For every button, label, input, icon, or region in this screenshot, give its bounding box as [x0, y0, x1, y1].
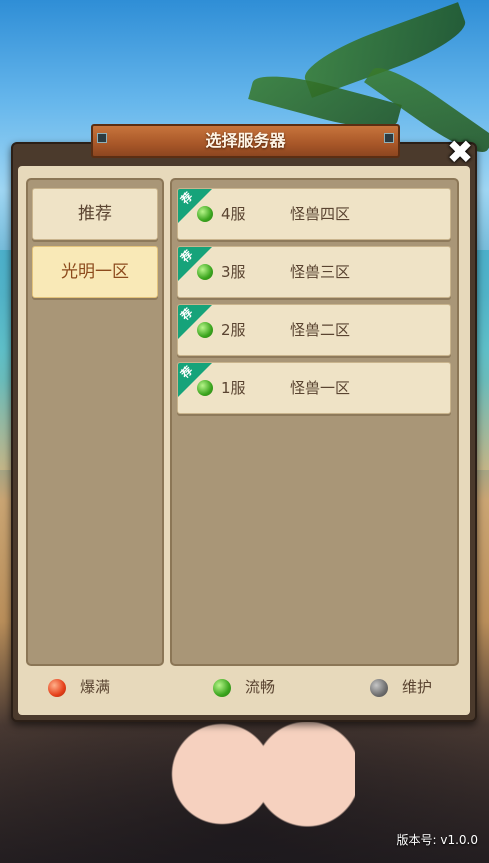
rivet-icon	[97, 133, 107, 143]
status-smooth-icon	[213, 678, 231, 697]
category-label: 推荐	[78, 204, 112, 224]
status-smooth-icon	[197, 380, 213, 396]
character-art	[165, 710, 355, 863]
server-row-1[interactable]: 荐 1服 怪兽一区	[177, 362, 451, 414]
category-recommended[interactable]: 推荐	[32, 188, 158, 240]
version-label: 版本号: v1.0.0	[396, 833, 479, 847]
server-name: 怪兽三区	[290, 263, 351, 281]
legend-full: 爆满	[48, 677, 110, 697]
server-row-3[interactable]: 荐 3服 怪兽三区	[177, 246, 451, 298]
status-smooth-icon	[197, 322, 213, 338]
panel-title-plate: 选择服务器	[91, 124, 400, 158]
legend-maintenance-label: 维护	[402, 678, 433, 696]
panel-title: 选择服务器	[205, 131, 286, 150]
status-smooth-icon	[197, 206, 213, 222]
legend-maintenance: 维护	[370, 677, 432, 697]
close-button[interactable]: ✖	[444, 136, 476, 168]
server-row-2[interactable]: 荐 2服 怪兽二区	[177, 304, 451, 356]
status-smooth-icon	[197, 264, 213, 280]
category-guangming-1[interactable]: 光明一区	[32, 246, 158, 298]
server-number: 3服	[221, 263, 246, 281]
server-name: 怪兽二区	[290, 321, 351, 339]
legend-smooth-label: 流畅	[245, 678, 276, 696]
server-row-4[interactable]: 荐 4服 怪兽四区	[177, 188, 451, 240]
legend-smooth: 流畅	[213, 677, 275, 697]
category-list: 推荐 光明一区	[26, 178, 164, 666]
legend-full-label: 爆满	[80, 678, 111, 696]
status-full-icon	[48, 678, 66, 697]
close-icon: ✖	[446, 133, 474, 171]
server-list: 荐 4服 怪兽四区 荐 3服 怪兽三区 荐 2服 怪兽二区 荐 1服 怪兽一区	[170, 178, 459, 666]
server-number: 4服	[221, 205, 246, 223]
status-maintenance-icon	[370, 678, 388, 697]
category-label: 光明一区	[61, 262, 129, 282]
server-name: 怪兽四区	[290, 205, 351, 223]
server-number: 2服	[221, 321, 246, 339]
server-name: 怪兽一区	[290, 379, 351, 397]
server-number: 1服	[221, 379, 246, 397]
rivet-icon	[384, 133, 394, 143]
game-screen: 选择服务器 ✖ 推荐 光明一区 荐 4服 怪兽四区 荐 3服 怪兽三区 荐 2服…	[0, 0, 489, 863]
